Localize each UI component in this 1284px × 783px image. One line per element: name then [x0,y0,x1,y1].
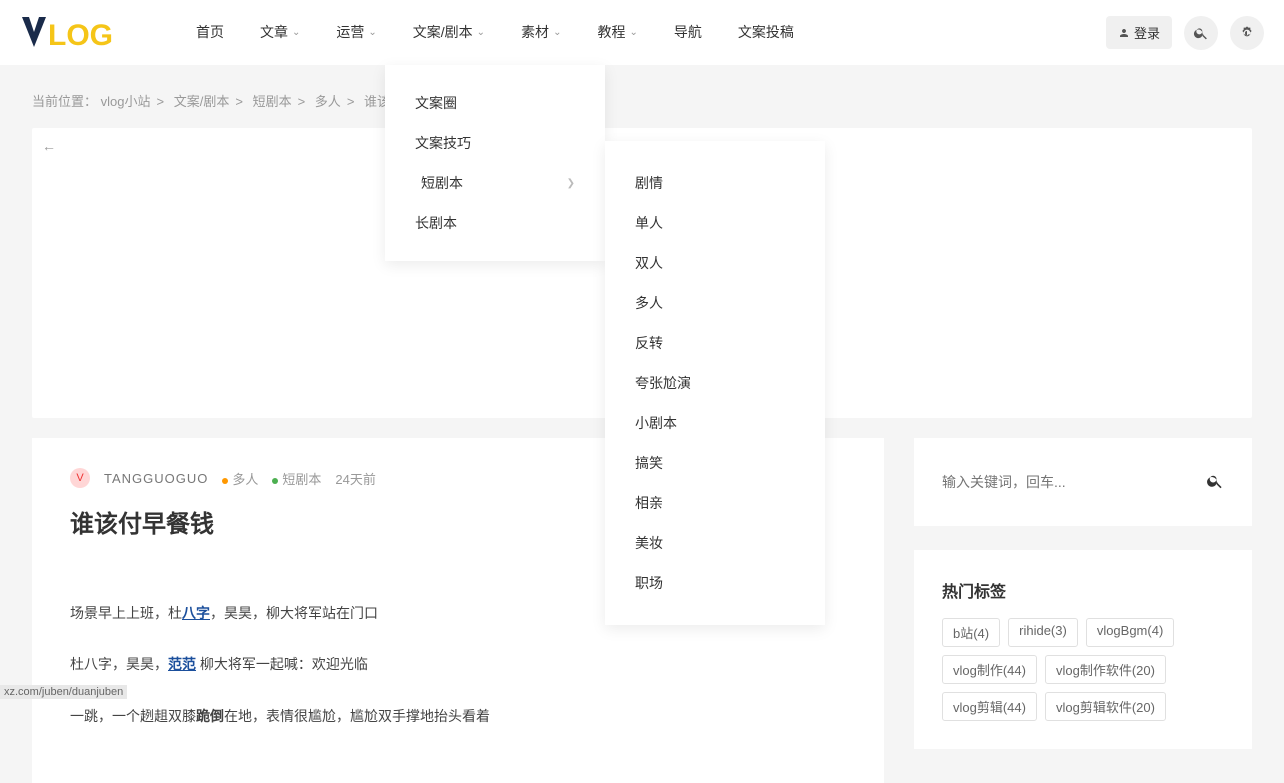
breadcrumb-part[interactable]: 多人 [315,94,341,109]
nav-copy[interactable]: 文案/剧本⌄ [395,0,503,65]
dd-item-duanjuben[interactable]: 短剧本 ❯ [385,163,605,203]
search-icon [1193,25,1209,41]
dd-sub-juqing[interactable]: 剧情 [605,163,825,203]
category-link[interactable]: 短剧本 [272,469,321,488]
tags-heading: 热门标签 [942,578,1224,602]
dd-sub-danren[interactable]: 单人 [605,203,825,243]
chevron-down-icon: ⌄ [368,0,376,65]
breadcrumb-part[interactable]: 文案/剧本 [174,94,230,109]
dd-item-wenanjiqiao[interactable]: 文案技巧 [385,123,605,163]
dd-sub-fanzhuan[interactable]: 反转 [605,323,825,363]
keyword-link[interactable]: 范范 [168,656,196,672]
nav-label: 文案/剧本 [413,0,473,65]
dd-item-changjuben[interactable]: 长剧本 [385,203,605,243]
tag-link[interactable]: rihide(3) [1008,618,1078,647]
dd-label: 美妆 [635,533,663,553]
nav-tutorial[interactable]: 教程⌄ [579,0,655,65]
svg-text:LOG: LOG [48,19,113,52]
nav-label: 文章 [260,0,288,65]
user-icon [1118,27,1130,39]
dd-label: 文案圈 [415,93,457,113]
paragraph: 一跳，一个趔趄双膝跪倒在地，表情很尴尬，尴尬双手撑地抬头看着 [70,702,846,731]
dd-sub-shuangren[interactable]: 双人 [605,243,825,283]
nav-home[interactable]: 首页 [178,0,242,65]
theme-button[interactable] [1230,16,1264,50]
dd-sub-gaoxiao[interactable]: 搞笑 [605,443,825,483]
dropdown-duanjuben-sub: 剧情 单人 双人 多人 反转 夸张尬演 小剧本 搞笑 相亲 美妆 职场 [605,141,825,625]
dd-label: 剧情 [635,173,663,193]
back-arrow[interactable]: ← [42,138,56,154]
dd-sub-zhichang[interactable]: 职场 [605,563,825,603]
keyword-link[interactable]: 八字 [182,605,210,621]
dd-label: 单人 [635,213,663,233]
dd-label: 文案技巧 [415,133,471,153]
nav-label: 教程 [597,0,625,65]
dd-label: 反转 [635,333,663,353]
chevron-right-icon: ❯ [567,178,575,189]
nav-navigation[interactable]: 导航 [656,0,720,65]
tag-link[interactable]: vlogBgm(4) [1086,618,1174,647]
breadcrumb-part[interactable]: 短剧本 [253,94,292,109]
dd-label: 搞笑 [635,453,663,473]
nav-label: 文案投稿 [738,0,794,65]
nav-submit[interactable]: 文案投稿 [720,0,812,65]
site-logo[interactable]: LOG [20,13,138,53]
post-date: 24天前 [335,469,375,488]
main-nav: 首页 文章⌄ 运营⌄ 文案/剧本⌄ 素材⌄ 教程⌄ 导航 文案投稿 [178,0,812,65]
dd-label: 小剧本 [635,413,677,433]
nav-material[interactable]: 素材⌄ [503,0,579,65]
category-link[interactable]: 多人 [222,469,258,488]
dd-label: 双人 [635,253,663,273]
author-name[interactable]: TANGGUOGUO [104,471,208,486]
status-bar-url: xz.com/juben/duanjuben [0,685,127,699]
dd-item-wenanquan[interactable]: 文案圈 [385,83,605,123]
dd-sub-xiaojuben[interactable]: 小剧本 [605,403,825,443]
dd-sub-duoren[interactable]: 多人 [605,283,825,323]
tag-link[interactable]: vlog制作(44) [942,655,1037,684]
chevron-down-icon: ⌄ [292,0,300,65]
login-label: 登录 [1134,23,1160,42]
tag-link[interactable]: vlog制作软件(20) [1045,655,1166,684]
dd-label: 长剧本 [415,213,457,233]
breadcrumb: 当前位置： vlog小站> 文案/剧本> 短剧本> 多人> 谁该付早… [32,65,1252,128]
search-input[interactable] [942,466,1206,498]
tag-link[interactable]: vlog剪辑软件(20) [1045,692,1166,721]
dd-label: 多人 [635,293,663,313]
sidebar-search-button[interactable] [1206,472,1224,493]
tag-link[interactable]: b站(4) [942,618,1000,647]
tag-link[interactable]: vlog剪辑(44) [942,692,1037,721]
nav-label: 首页 [196,0,224,65]
breadcrumb-part[interactable]: vlog小站 [101,94,151,109]
brightness-icon [1239,25,1255,41]
dd-label: 短剧本 [421,173,463,193]
dd-label: 相亲 [635,493,663,513]
breadcrumb-label: 当前位置： [32,94,97,109]
dd-label: 职场 [635,573,663,593]
nav-articles[interactable]: 文章⌄ [242,0,318,65]
nav-operate[interactable]: 运营⌄ [318,0,394,65]
search-button[interactable] [1184,16,1218,50]
nav-label: 运营 [336,0,364,65]
nav-label: 导航 [674,0,702,65]
search-icon [1206,472,1224,490]
paragraph: 杜八字，昊昊，范范 柳大将军一起喊：欢迎光临 [70,650,846,679]
chevron-down-icon: ⌄ [553,0,561,65]
dropdown-copy: 文案圈 文案技巧 短剧本 ❯ 长剧本 [385,65,605,261]
nav-label: 素材 [521,0,549,65]
dd-label: 夸张尬演 [635,373,691,393]
dd-sub-meizhuang[interactable]: 美妆 [605,523,825,563]
dd-sub-kuazhang[interactable]: 夸张尬演 [605,363,825,403]
dd-sub-xiangqin[interactable]: 相亲 [605,483,825,523]
search-widget [914,438,1252,526]
tags-widget: 热门标签 b站(4) rihide(3) vlogBgm(4) vlog制作(4… [914,550,1252,749]
chevron-down-icon: ⌄ [477,0,485,65]
login-button[interactable]: 登录 [1106,16,1172,49]
author-avatar[interactable]: V [70,468,90,488]
chevron-down-icon: ⌄ [629,0,637,65]
